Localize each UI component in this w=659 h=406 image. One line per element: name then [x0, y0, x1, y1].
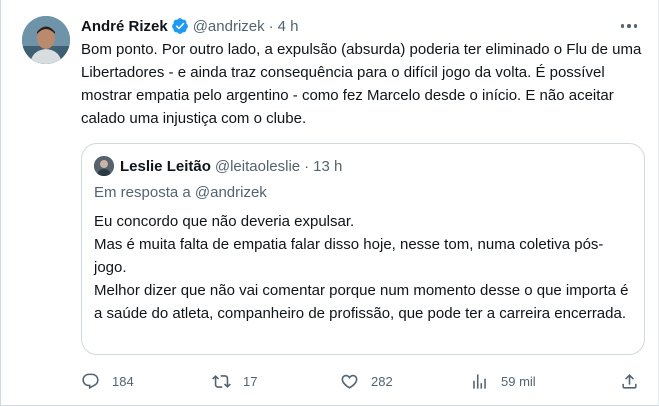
views-icon: [470, 372, 489, 391]
action-bar: 184 17 282 59 mil: [81, 370, 647, 392]
quoted-tweet-timestamp: 13 h: [313, 157, 343, 175]
retweet-icon: [212, 372, 231, 391]
like-count: 282: [371, 373, 393, 389]
views-button[interactable]: 59 mil: [470, 370, 536, 392]
quoted-author-display-name: Leslie Leitão: [120, 157, 211, 175]
retweet-count: 17: [243, 373, 258, 389]
quoted-tweet[interactable]: Leslie Leitão @leitaoleslie · 13 h Em re…: [81, 143, 645, 355]
quoted-line: Melhor dizer que não vai comentar porque…: [94, 282, 629, 322]
tweet-timestamp[interactable]: 4 h: [278, 18, 299, 35]
separator-dot: ·: [268, 17, 274, 35]
more-options-icon[interactable]: [618, 18, 640, 34]
reply-context: Em resposta a @andrizek: [94, 184, 267, 201]
views-count: 59 mil: [501, 373, 536, 389]
tweet-card[interactable]: André Rizek @andrizek · 4 h Bom ponto. P…: [0, 0, 659, 406]
quoted-author-handle: @leitaoleslie: [214, 157, 301, 175]
tweet-header: André Rizek @andrizek · 4 h: [81, 16, 299, 36]
verified-badge-icon: [171, 17, 189, 35]
separator-dot: ·: [304, 157, 310, 175]
quoted-tweet-header: Leslie Leitão @leitaoleslie · 13 h: [94, 156, 342, 176]
quoted-tweet-text: Eu concordo que não deveria expulsar. Ma…: [94, 210, 632, 325]
author-handle[interactable]: @andrizek: [193, 18, 265, 35]
share-button[interactable]: [620, 370, 639, 392]
like-button[interactable]: 282: [340, 370, 393, 392]
heart-icon: [340, 372, 359, 391]
share-icon: [620, 372, 639, 391]
retweet-button[interactable]: 17: [212, 370, 257, 392]
reply-count: 184: [112, 373, 134, 389]
quoted-line: Mas é muita falta de empatia falar disso…: [94, 236, 604, 276]
reply-button[interactable]: 184: [81, 370, 134, 392]
quoted-line: Eu concordo que não deveria expulsar.: [94, 213, 355, 230]
reply-icon: [81, 372, 100, 391]
author-display-name[interactable]: André Rizek: [81, 18, 168, 35]
tweet-text: Bom ponto. Por outro lado, a expulsão (a…: [81, 41, 642, 127]
author-avatar[interactable]: [22, 16, 70, 64]
quoted-author-avatar: [94, 156, 114, 176]
